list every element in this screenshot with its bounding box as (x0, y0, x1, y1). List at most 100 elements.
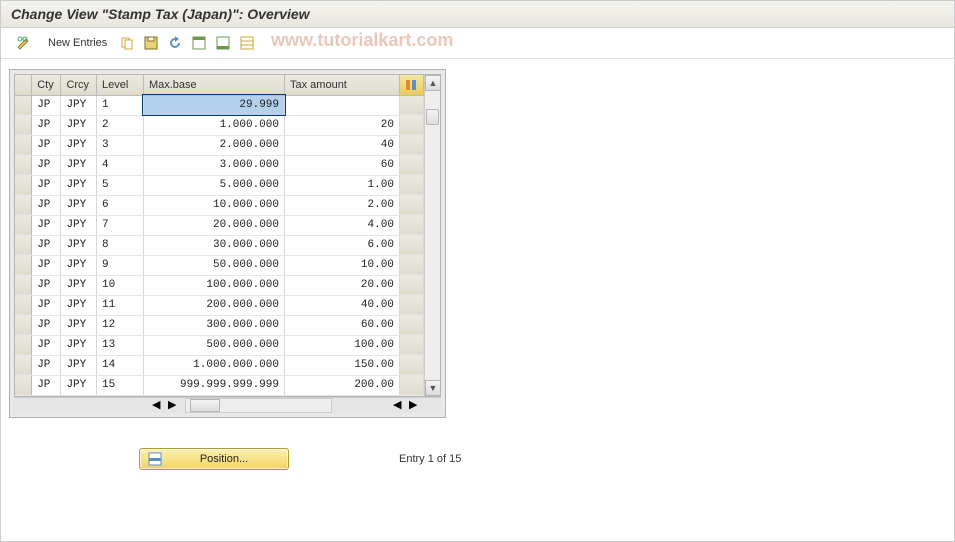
cell-cty[interactable]: JP (32, 155, 61, 175)
cell-cty[interactable]: JP (32, 215, 61, 235)
row-header[interactable] (15, 335, 32, 355)
cell-cty[interactable]: JP (32, 95, 61, 115)
cell-crcy[interactable]: JPY (61, 255, 97, 275)
cell-taxamount[interactable]: 1.00 (285, 175, 400, 195)
cell-crcy[interactable]: JPY (61, 295, 97, 315)
cell-maxbase[interactable]: 999.999.999.999 (143, 375, 284, 395)
cell-crcy[interactable]: JPY (61, 215, 97, 235)
undo-button[interactable] (164, 33, 186, 53)
new-entries-button[interactable]: New Entries (41, 33, 114, 53)
cell-taxamount[interactable]: 40 (285, 135, 400, 155)
row-header[interactable] (15, 135, 32, 155)
cell-crcy[interactable]: JPY (61, 335, 97, 355)
copy-button[interactable] (116, 33, 138, 53)
cell-level[interactable]: 4 (96, 155, 143, 175)
cell-maxbase[interactable]: 5.000.000 (143, 175, 284, 195)
position-button[interactable]: Position... (139, 448, 289, 470)
print-button[interactable] (236, 33, 258, 53)
cell-maxbase[interactable]: 2.000.000 (143, 135, 284, 155)
col-header-crcy[interactable]: Crcy (61, 75, 97, 95)
scroll-track[interactable] (425, 91, 440, 380)
cell-level[interactable]: 1 (96, 95, 143, 115)
hscroll-left-2[interactable]: ◀ (393, 398, 409, 413)
cell-level[interactable]: 13 (96, 335, 143, 355)
hscroll-left-1[interactable]: ◀ (152, 398, 168, 413)
row-header[interactable] (15, 255, 32, 275)
cell-crcy[interactable]: JPY (61, 235, 97, 255)
deselect-all-button[interactable] (212, 33, 234, 53)
cell-maxbase[interactable]: 1.000.000 (143, 115, 284, 135)
cell-taxamount[interactable]: 200.00 (285, 375, 400, 395)
cell-maxbase[interactable]: 10.000.000 (143, 195, 284, 215)
cell-taxamount[interactable]: 6.00 (285, 235, 400, 255)
cell-taxamount[interactable]: 10.00 (285, 255, 400, 275)
cell-level[interactable]: 8 (96, 235, 143, 255)
cell-cty[interactable]: JP (32, 115, 61, 135)
cell-crcy[interactable]: JPY (61, 355, 97, 375)
cell-level[interactable]: 10 (96, 275, 143, 295)
cell-level[interactable]: 11 (96, 295, 143, 315)
cell-taxamount[interactable]: 4.00 (285, 215, 400, 235)
cell-level[interactable]: 15 (96, 375, 143, 395)
col-header-level[interactable]: Level (96, 75, 143, 95)
data-grid[interactable]: Cty Crcy Level Max.base Tax amount JPJPY… (14, 74, 441, 397)
save-button[interactable] (140, 33, 162, 53)
cell-cty[interactable]: JP (32, 195, 61, 215)
cell-crcy[interactable]: JPY (61, 375, 97, 395)
col-header-cty[interactable]: Cty (32, 75, 61, 95)
row-header[interactable] (15, 95, 32, 115)
hscroll-right-1[interactable]: ▶ (168, 398, 184, 413)
cell-taxamount[interactable]: 2.00 (285, 195, 400, 215)
cell-taxamount[interactable]: 40.00 (285, 295, 400, 315)
cell-maxbase[interactable]: 29.999 (143, 95, 284, 115)
cell-maxbase[interactable]: 3.000.000 (143, 155, 284, 175)
row-header[interactable] (15, 175, 32, 195)
cell-level[interactable]: 14 (96, 355, 143, 375)
row-header[interactable] (15, 115, 32, 135)
cell-crcy[interactable]: JPY (61, 275, 97, 295)
cell-cty[interactable]: JP (32, 175, 61, 195)
cell-crcy[interactable]: JPY (61, 195, 97, 215)
row-header[interactable] (15, 275, 32, 295)
row-header[interactable] (15, 355, 32, 375)
scroll-down-icon[interactable]: ▼ (425, 380, 441, 396)
cell-maxbase[interactable]: 1.000.000.000 (143, 355, 284, 375)
cell-crcy[interactable]: JPY (61, 155, 97, 175)
cell-taxamount[interactable] (285, 95, 400, 115)
cell-maxbase[interactable]: 300.000.000 (143, 315, 284, 335)
cell-level[interactable]: 12 (96, 315, 143, 335)
cell-maxbase[interactable]: 200.000.000 (143, 295, 284, 315)
cell-level[interactable]: 6 (96, 195, 143, 215)
cell-cty[interactable]: JP (32, 255, 61, 275)
cell-level[interactable]: 2 (96, 115, 143, 135)
cell-maxbase[interactable]: 50.000.000 (143, 255, 284, 275)
row-header[interactable] (15, 155, 32, 175)
table-settings-button[interactable] (399, 75, 423, 95)
col-header-taxamount[interactable]: Tax amount (285, 75, 400, 95)
cell-cty[interactable]: JP (32, 135, 61, 155)
select-all-button[interactable] (188, 33, 210, 53)
row-header[interactable] (15, 235, 32, 255)
cell-maxbase[interactable]: 20.000.000 (143, 215, 284, 235)
cell-cty[interactable]: JP (32, 295, 61, 315)
cell-cty[interactable]: JP (32, 315, 61, 335)
row-header[interactable] (15, 315, 32, 335)
vertical-scrollbar[interactable]: ▲ ▼ (424, 75, 440, 396)
cell-taxamount[interactable]: 60.00 (285, 315, 400, 335)
change-mode-button[interactable] (9, 33, 39, 53)
col-header-maxbase[interactable]: Max.base (143, 75, 284, 95)
cell-cty[interactable]: JP (32, 335, 61, 355)
cell-maxbase[interactable]: 30.000.000 (143, 235, 284, 255)
cell-cty[interactable]: JP (32, 355, 61, 375)
cell-maxbase[interactable]: 500.000.000 (143, 335, 284, 355)
row-header[interactable] (15, 195, 32, 215)
cell-taxamount[interactable]: 150.00 (285, 355, 400, 375)
cell-cty[interactable]: JP (32, 375, 61, 395)
cell-crcy[interactable]: JPY (61, 315, 97, 335)
cell-cty[interactable]: JP (32, 235, 61, 255)
cell-taxamount[interactable]: 20.00 (285, 275, 400, 295)
scroll-thumb[interactable] (426, 109, 439, 125)
cell-crcy[interactable]: JPY (61, 175, 97, 195)
hscroll-right-2[interactable]: ▶ (409, 398, 425, 413)
cell-cty[interactable]: JP (32, 275, 61, 295)
